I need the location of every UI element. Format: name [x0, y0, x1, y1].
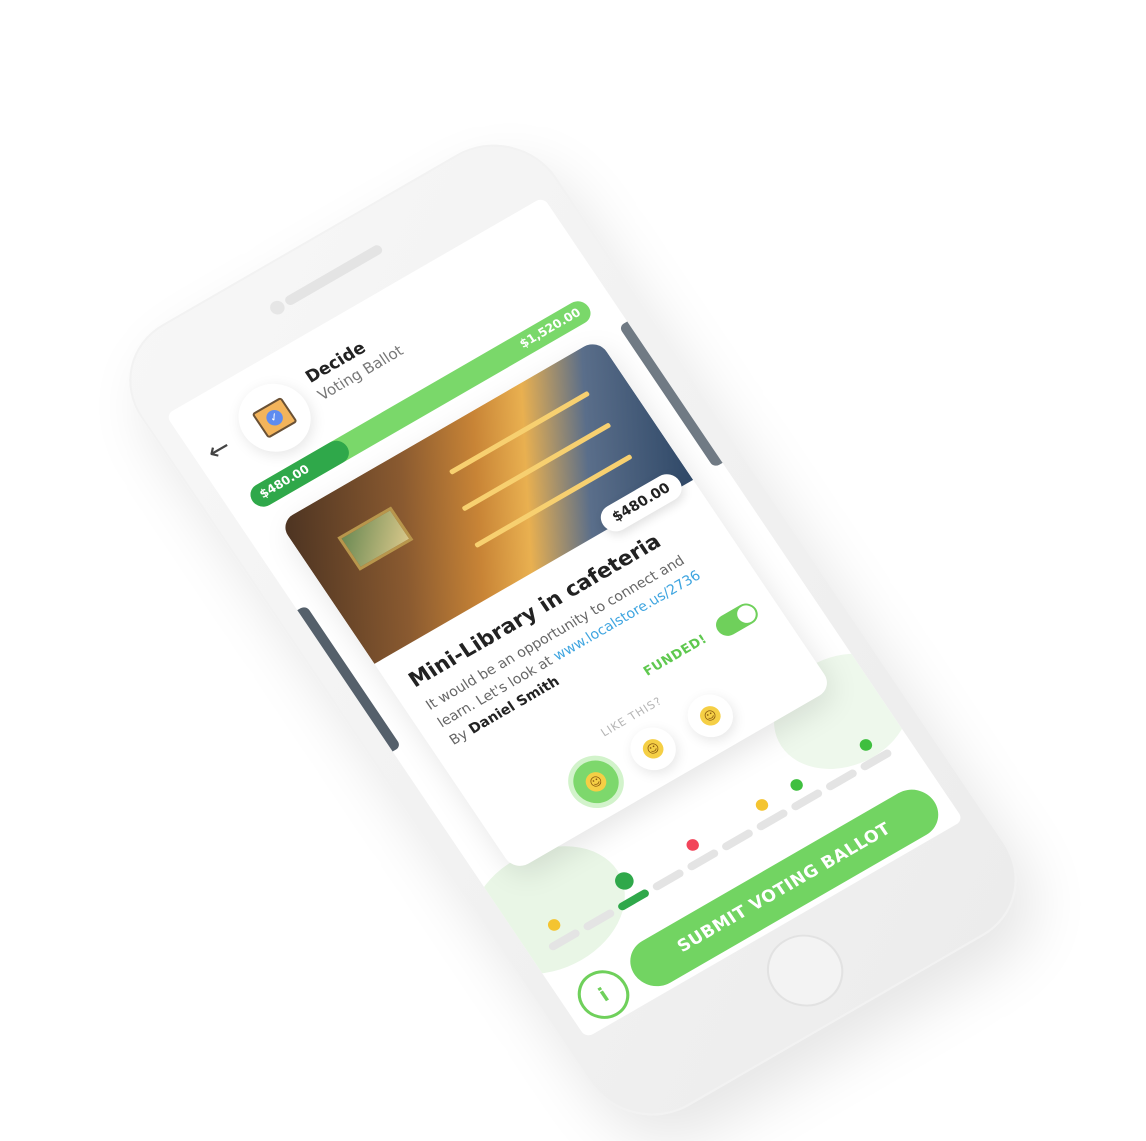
happy-face-icon: ☺	[581, 768, 611, 796]
timeline-segment[interactable]	[685, 848, 720, 872]
shelf	[448, 390, 591, 475]
timeline-segment[interactable]	[547, 928, 582, 952]
status-dot-red	[684, 836, 702, 853]
toggle-knob	[733, 602, 760, 627]
status-dot-yellow	[753, 796, 771, 813]
timeline-segment[interactable]	[720, 828, 755, 852]
wall-painting	[337, 506, 414, 571]
header-titles: Decide Voting Ballot	[302, 323, 407, 404]
reaction-happy-button[interactable]: ☺	[564, 752, 628, 812]
ballot-box-icon: ✓	[251, 396, 298, 439]
check-icon: ✓	[263, 407, 287, 429]
timeline-segment[interactable]	[859, 748, 893, 772]
reaction-smile-button[interactable]: ☺	[678, 686, 742, 746]
timeline-segment-active[interactable]	[616, 888, 651, 912]
shelf	[461, 422, 612, 512]
app-logo: ✓	[224, 371, 325, 465]
reaction-neutral-button[interactable]: ☺	[621, 719, 685, 779]
smile-face-icon: ☺	[696, 702, 725, 730]
status-dot-green	[788, 776, 806, 793]
back-arrow-icon[interactable]: ←	[201, 431, 239, 468]
timeline-segment[interactable]	[651, 868, 686, 892]
gift-icon	[611, 868, 638, 893]
phone-mockup: ← ✓ Decide Voting Ballot $480.00 $1,520.…	[101, 119, 1045, 1141]
shelf	[474, 453, 633, 549]
timeline-segment[interactable]	[581, 908, 616, 932]
funded-toggle[interactable]	[711, 599, 763, 640]
status-dot-yellow	[545, 916, 563, 933]
timeline-segment[interactable]	[755, 808, 790, 832]
timeline-segment[interactable]	[824, 768, 859, 792]
timeline-segment[interactable]	[789, 788, 824, 812]
status-dot-green	[857, 736, 875, 753]
neutral-face-icon: ☺	[638, 735, 668, 763]
